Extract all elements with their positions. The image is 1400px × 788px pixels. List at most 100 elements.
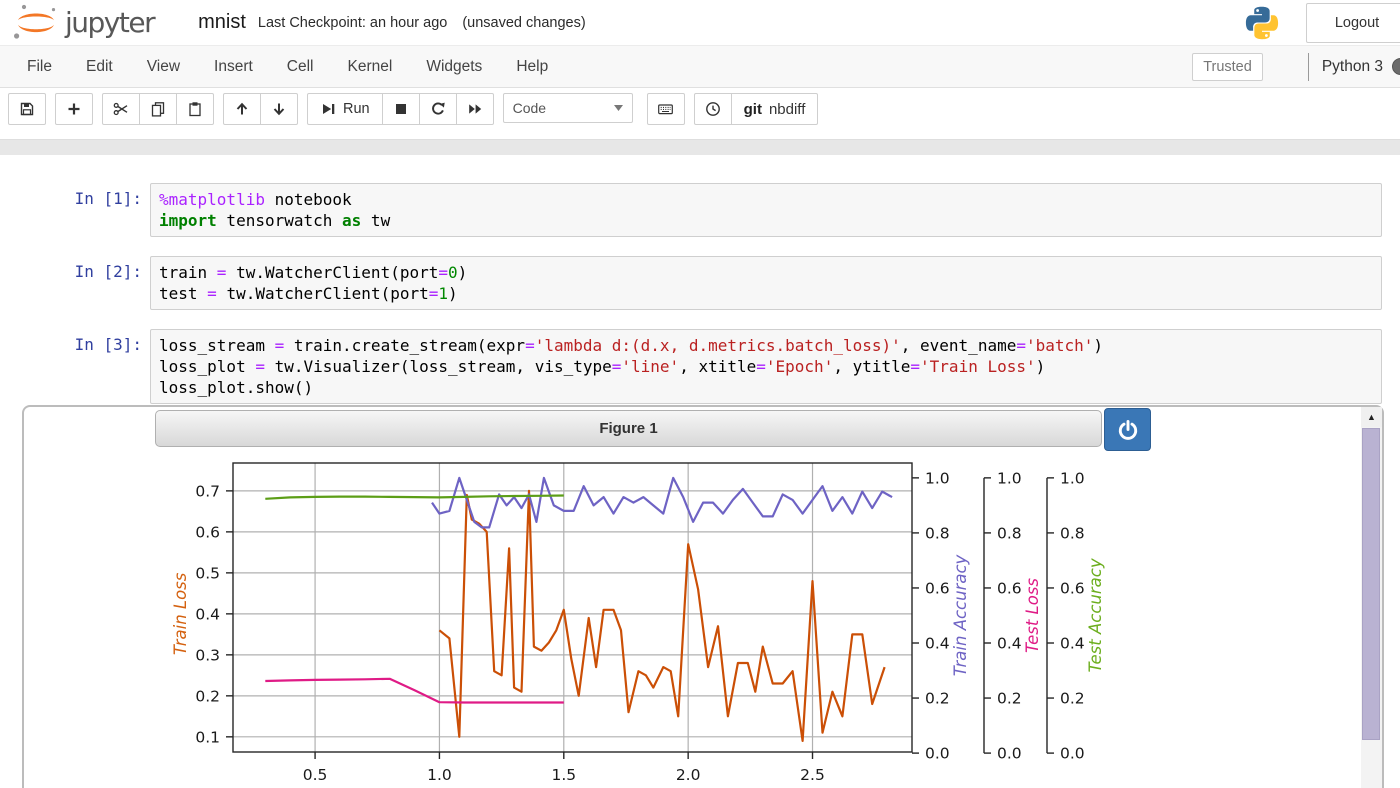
menu-item-help[interactable]: Help — [499, 46, 565, 87]
menu-item-view[interactable]: View — [130, 46, 197, 87]
clock-icon — [705, 101, 721, 117]
y-tick-label: 0.0 — [997, 745, 1022, 763]
cut-cell-button[interactable] — [102, 93, 140, 125]
code-token: 'Train Loss' — [920, 357, 1036, 376]
git-nbdiff-button[interactable]: git nbdiff — [731, 93, 819, 125]
code-token: 'line' — [621, 357, 679, 376]
python-logo-icon — [1244, 5, 1280, 41]
run-label: Run — [343, 101, 370, 117]
x-tick-label: 1.5 — [551, 766, 576, 784]
page-background-band — [0, 139, 1400, 155]
y-tick-label: 0.8 — [925, 524, 950, 542]
scroll-up-button[interactable]: ▲ — [1361, 407, 1382, 427]
logo-wordmark: jupyter — [65, 6, 154, 39]
git-label: git — [744, 101, 762, 118]
figure-title-bar[interactable]: Figure 1 — [155, 410, 1102, 447]
arrow-up-icon — [234, 101, 250, 117]
code-editor[interactable]: train = tw.WatcherClient(port=0)test = t… — [150, 256, 1382, 310]
paste-cell-button[interactable] — [176, 93, 214, 125]
series-train-accuracy — [432, 478, 892, 528]
code-token: loss_plot — [159, 357, 255, 376]
y-tick-label: 1.0 — [925, 469, 950, 487]
code-token: = — [612, 357, 622, 376]
menu-item-widgets[interactable]: Widgets — [409, 46, 499, 87]
code-token: import — [159, 211, 217, 230]
y-tick-label: 0.0 — [1060, 745, 1085, 763]
add-cell-button[interactable] — [55, 93, 93, 125]
code-token: = — [1016, 336, 1026, 355]
copy-cell-button[interactable] — [139, 93, 177, 125]
code-token: 'Epoch' — [766, 357, 833, 376]
y-tick-label: 0.8 — [1060, 524, 1085, 542]
code-line: train = tw.WatcherClient(port=0) — [159, 262, 1373, 283]
code-token: ) — [448, 284, 458, 303]
notebook-title[interactable]: mnist — [198, 11, 246, 34]
menu-item-insert[interactable]: Insert — [197, 46, 270, 87]
logout-button[interactable]: Logout — [1306, 3, 1400, 43]
kernel-busy-indicator-icon — [1392, 58, 1400, 75]
code-token: %matplotlib — [159, 190, 265, 209]
code-token: train — [159, 263, 217, 282]
code-token: = — [438, 263, 448, 282]
jupyter-logo[interactable]: jupyter — [12, 4, 154, 42]
y-tick-label: 0.6 — [1060, 579, 1085, 597]
menu-item-kernel[interactable]: Kernel — [331, 46, 410, 87]
code-editor[interactable]: loss_stream = train.create_stream(expr='… — [150, 329, 1382, 404]
series-test-accuracy — [265, 496, 564, 499]
code-token: ) — [458, 263, 468, 282]
restart-kernel-button[interactable] — [419, 93, 457, 125]
y-tick-label: 1.0 — [997, 469, 1022, 487]
cell-type-value: Code — [513, 100, 546, 116]
y-tick-label: 0.2 — [195, 687, 220, 705]
code-token: loss_stream — [159, 336, 275, 355]
y-tick-label: 0.4 — [925, 635, 950, 653]
code-token: loss_plot.show() — [159, 378, 313, 397]
restart-run-all-button[interactable] — [456, 93, 494, 125]
run-button[interactable]: Run — [307, 93, 383, 125]
code-token: notebook — [265, 190, 352, 209]
jupyter-notebook-app: jupyter mnist Last Checkpoint: an hour a… — [0, 0, 1400, 788]
unsaved-changes-label: (unsaved changes) — [462, 15, 585, 31]
kernel-separator — [1308, 53, 1309, 81]
interrupt-kernel-button[interactable] — [382, 93, 420, 125]
code-cell-3: In [3]:loss_stream = train.create_stream… — [0, 329, 1400, 404]
code-token: tw.WatcherClient(port — [226, 263, 438, 282]
y-tick-label: 0.4 — [195, 605, 220, 623]
code-cell-1: In [1]:%matplotlib notebookimport tensor… — [0, 183, 1400, 237]
trusted-button[interactable]: Trusted — [1192, 53, 1263, 81]
scrollbar-thumb[interactable] — [1362, 428, 1380, 740]
code-token: tw.Visualizer(loss_stream, vis_type — [265, 357, 612, 376]
code-token: 'lambda d:(d.x, d.metrics.batch_loss)' — [535, 336, 901, 355]
save-button[interactable] — [8, 93, 46, 125]
code-token: = — [275, 336, 285, 355]
code-line: %matplotlib notebook — [159, 189, 1373, 210]
y-tick-label: 0.3 — [195, 646, 220, 664]
menu-items: FileEditViewInsertCellKernelWidgetsHelp — [10, 46, 565, 87]
command-palette-button[interactable] — [647, 93, 685, 125]
menu-item-cell[interactable]: Cell — [270, 46, 331, 87]
code-line: loss_plot = tw.Visualizer(loss_stream, v… — [159, 356, 1373, 377]
code-token: = — [910, 357, 920, 376]
code-token: 'batch' — [1026, 336, 1093, 355]
y-tick-label: 1.0 — [1060, 469, 1085, 487]
code-editor[interactable]: %matplotlib notebookimport tensorwatch a… — [150, 183, 1382, 237]
menu-item-file[interactable]: File — [10, 46, 69, 87]
menu-item-edit[interactable]: Edit — [69, 46, 130, 87]
stop-icon — [393, 101, 409, 117]
copy-icon — [150, 101, 166, 117]
figure-scrollbar[interactable]: ▲ — [1361, 407, 1382, 788]
add-cell-icon — [66, 101, 82, 117]
toolbar: Run Code git — [0, 89, 1400, 135]
code-token: test — [159, 284, 207, 303]
move-cell-up-button[interactable] — [223, 93, 261, 125]
code-token: tw.WatcherClient(port — [217, 284, 429, 303]
y-tick-label: 0.6 — [195, 523, 220, 541]
cell-timing-button[interactable] — [694, 93, 732, 125]
figure-power-button[interactable] — [1104, 408, 1151, 451]
notebook-cells: In [1]:%matplotlib notebookimport tensor… — [0, 183, 1400, 423]
cell-type-dropdown[interactable]: Code — [503, 93, 633, 123]
y-tick-label: 0.5 — [195, 564, 220, 582]
figure-canvas[interactable]: 0.51.01.52.02.50.10.20.30.40.50.60.7Trai… — [25, 455, 1360, 788]
jupyter-logo-icon — [12, 4, 60, 42]
move-cell-down-button[interactable] — [260, 93, 298, 125]
